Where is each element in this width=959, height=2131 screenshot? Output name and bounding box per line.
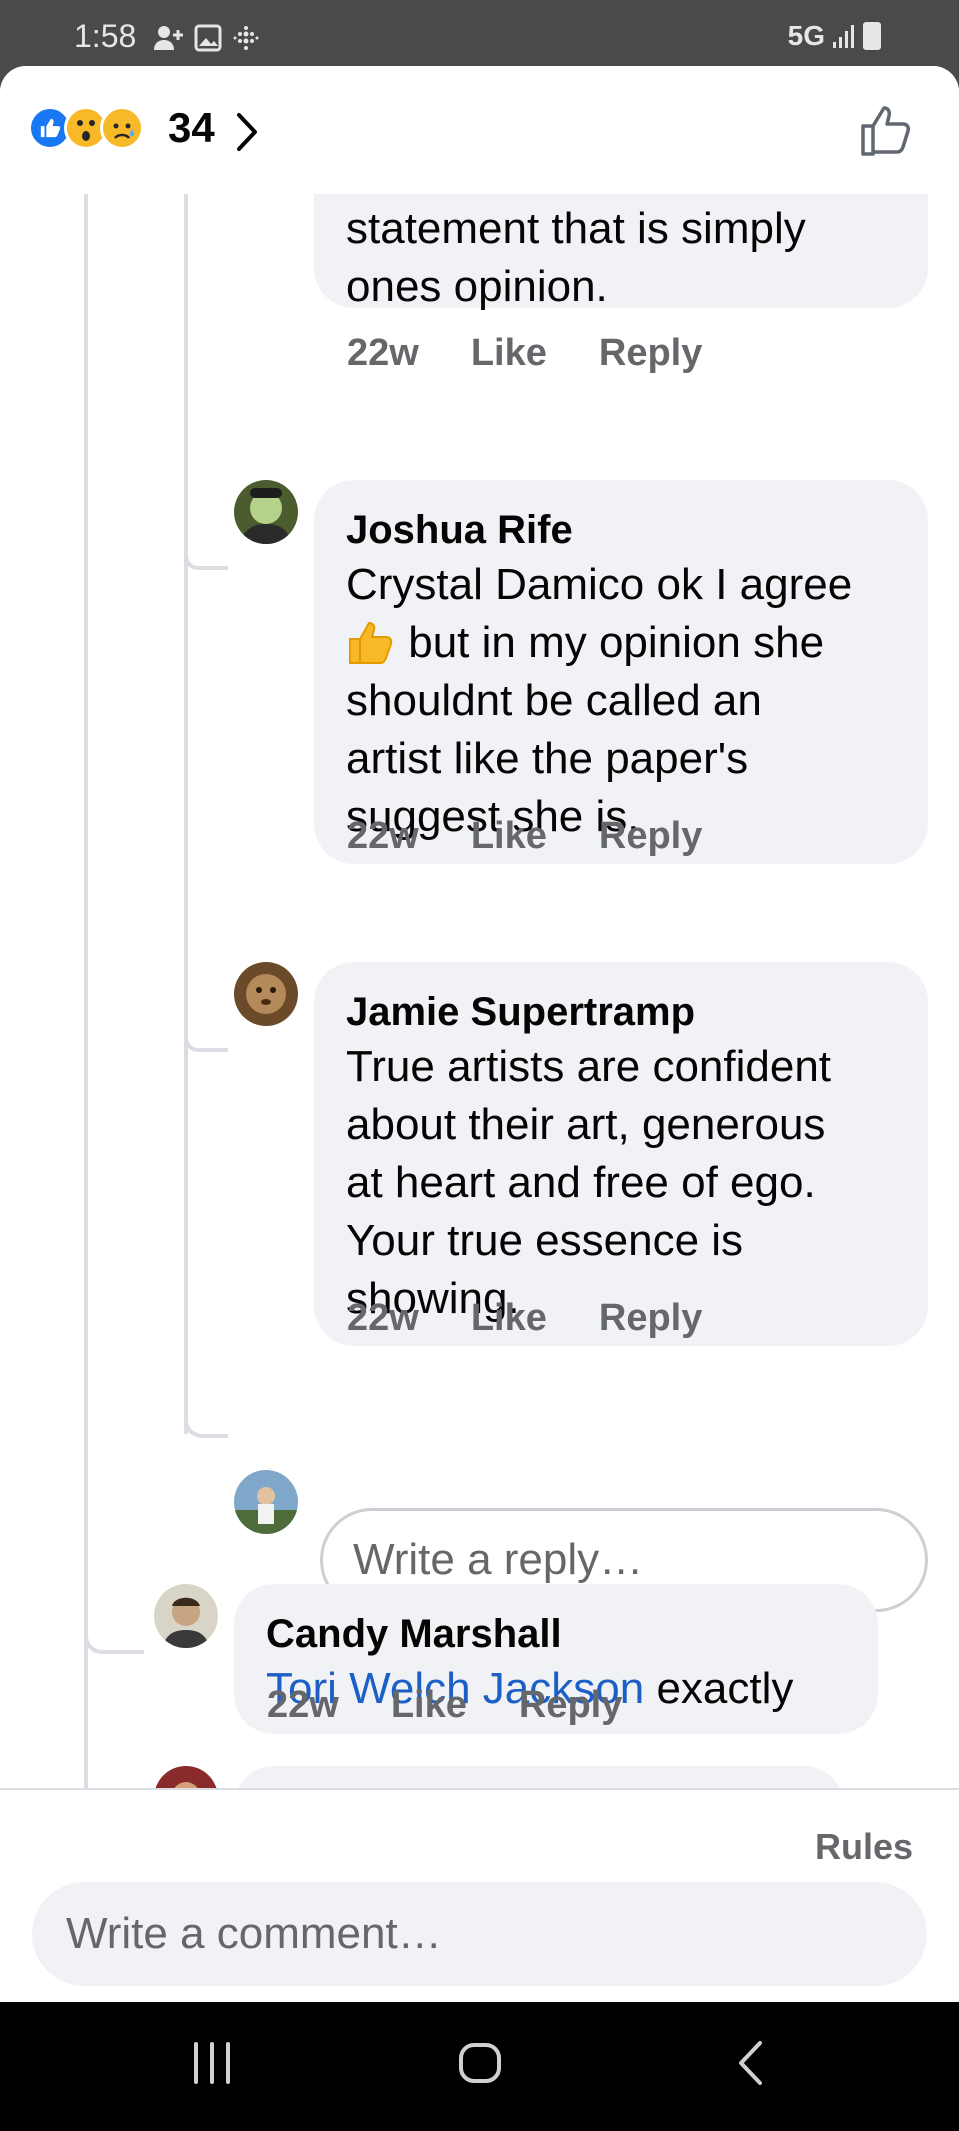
comment-actions: 22w Like Reply	[267, 1684, 622, 1727]
status-notification-icons	[152, 24, 260, 52]
comment-author[interactable]: Candy Marshall	[266, 1608, 846, 1660]
comment-input[interactable]: Write a comment…	[32, 1882, 927, 1986]
status-time: 1:58	[74, 18, 137, 54]
comment-time[interactable]: 22w	[347, 815, 419, 858]
reply-button[interactable]: Reply	[599, 332, 702, 375]
recent-apps-icon[interactable]	[190, 2040, 234, 2086]
reactions-header[interactable]: 34	[0, 66, 959, 194]
avatar[interactable]	[234, 962, 298, 1026]
avatar[interactable]	[234, 480, 298, 544]
comment-time[interactable]: 22w	[267, 1684, 339, 1727]
comment-text-line: True artists are confident	[346, 1042, 832, 1091]
reply-button[interactable]: Reply	[599, 815, 702, 858]
battery-icon	[863, 22, 881, 50]
comment-text-line: statement that is simply	[346, 204, 806, 253]
comment-actions: 22w Like Reply	[347, 1297, 702, 1340]
comment-text-fragment: but in my opinion she	[396, 618, 825, 667]
reaction-count: 34	[168, 104, 215, 151]
reply-connector	[84, 1626, 144, 1654]
navigation-bar	[0, 2002, 959, 2131]
comment-time[interactable]: 22w	[347, 1297, 419, 1340]
avatar[interactable]	[154, 1584, 218, 1648]
status-network: 5G	[788, 20, 881, 52]
rules-link[interactable]: Rules	[815, 1826, 913, 1868]
back-icon[interactable]	[736, 2040, 766, 2086]
comment-bubble[interactable]: Jamie Supertramp True artists are confid…	[314, 962, 928, 1346]
reply-connector	[184, 556, 228, 570]
add-contact-icon	[154, 26, 183, 50]
like-button[interactable]: Like	[391, 1684, 467, 1727]
comment-bubble[interactable]	[234, 1766, 844, 1788]
comment-text-line: at heart and free of ego.	[346, 1158, 816, 1207]
comment-composer: Rules Write a comment…	[0, 1788, 959, 2002]
status-bar: 1:58 5G	[0, 0, 959, 66]
reaction-icons	[28, 106, 144, 150]
like-button[interactable]: Like	[471, 815, 547, 858]
comment-text-line: Crystal Damico ok I agree	[346, 560, 853, 609]
reply-connector	[184, 1038, 228, 1052]
like-button[interactable]: Like	[471, 1297, 547, 1340]
avatar[interactable]	[154, 1766, 218, 1788]
thread-line	[84, 194, 88, 1788]
like-button[interactable]: Like	[471, 332, 547, 375]
comment-text-line: ones opinion.	[346, 262, 608, 311]
comment-author[interactable]: Joshua Rife	[346, 504, 896, 556]
comment-time[interactable]: 22w	[347, 332, 419, 375]
comment-text-fragment: exactly	[644, 1664, 794, 1713]
comment-bubble[interactable]: statement that is simply ones opinion.	[314, 194, 928, 311]
comment-actions: 22w Like Reply	[347, 332, 702, 375]
reply-button[interactable]: Reply	[599, 1297, 702, 1340]
comment-actions: 22w Like Reply	[347, 815, 702, 858]
comment-text-line: but in my opinion she	[346, 614, 896, 672]
comment-bubble[interactable]: Joshua Rife Crystal Damico ok I agree bu…	[314, 480, 928, 864]
current-user-avatar	[234, 1470, 298, 1534]
gallery-icon	[194, 24, 222, 52]
home-icon[interactable]	[458, 2040, 502, 2086]
comment-thread: statement that is simply ones opinion. 2…	[0, 194, 959, 1788]
fitbit-icon	[233, 26, 259, 50]
thumbs-up-emoji-icon	[349, 621, 393, 664]
network-type: 5G	[787, 20, 825, 51]
signal-icon	[833, 25, 854, 48]
screen: 1:58 5G 34 statement that is simply ones…	[0, 0, 959, 2131]
comment-text-line: Your true essence is	[346, 1216, 744, 1265]
reply-thread-line	[184, 194, 188, 1434]
chevron-right-icon[interactable]	[236, 112, 258, 152]
comments-sheet: 34 statement that is simply ones opinion…	[0, 66, 959, 2002]
comment-text-line: about their art, generous	[346, 1100, 826, 1149]
reply-connector	[184, 1416, 228, 1438]
comment-text-line: shouldnt be called an	[346, 676, 762, 725]
sad-reaction-icon	[100, 106, 144, 150]
like-outline-icon[interactable]	[859, 102, 915, 158]
comment-text-line: artist like the paper's	[346, 734, 749, 783]
comment-author[interactable]: Jamie Supertramp	[346, 986, 896, 1038]
reply-button[interactable]: Reply	[519, 1684, 622, 1727]
